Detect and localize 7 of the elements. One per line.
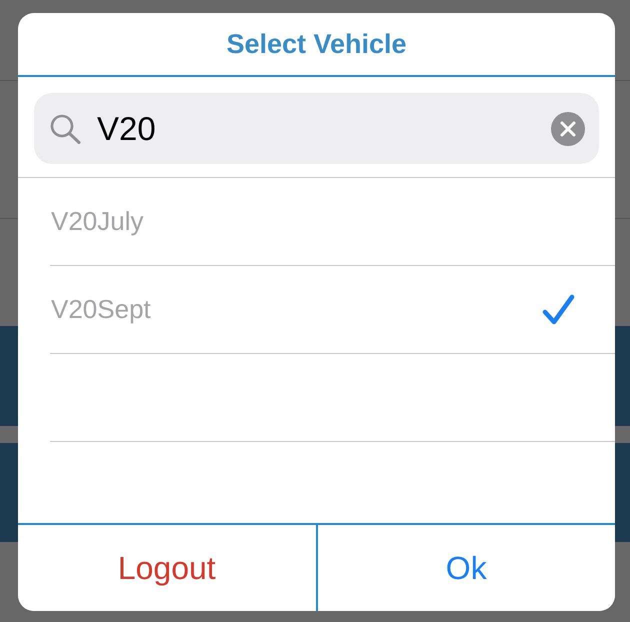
vehicle-option[interactable]: V20July bbox=[51, 178, 575, 265]
search-icon bbox=[50, 114, 81, 144]
search-field[interactable]: V20 bbox=[34, 93, 599, 164]
dialog-title: Select Vehicle bbox=[226, 30, 407, 58]
ok-button[interactable]: Ok bbox=[316, 525, 615, 611]
clear-icon[interactable] bbox=[551, 112, 585, 146]
vehicle-option[interactable]: V20Sept bbox=[51, 266, 575, 353]
